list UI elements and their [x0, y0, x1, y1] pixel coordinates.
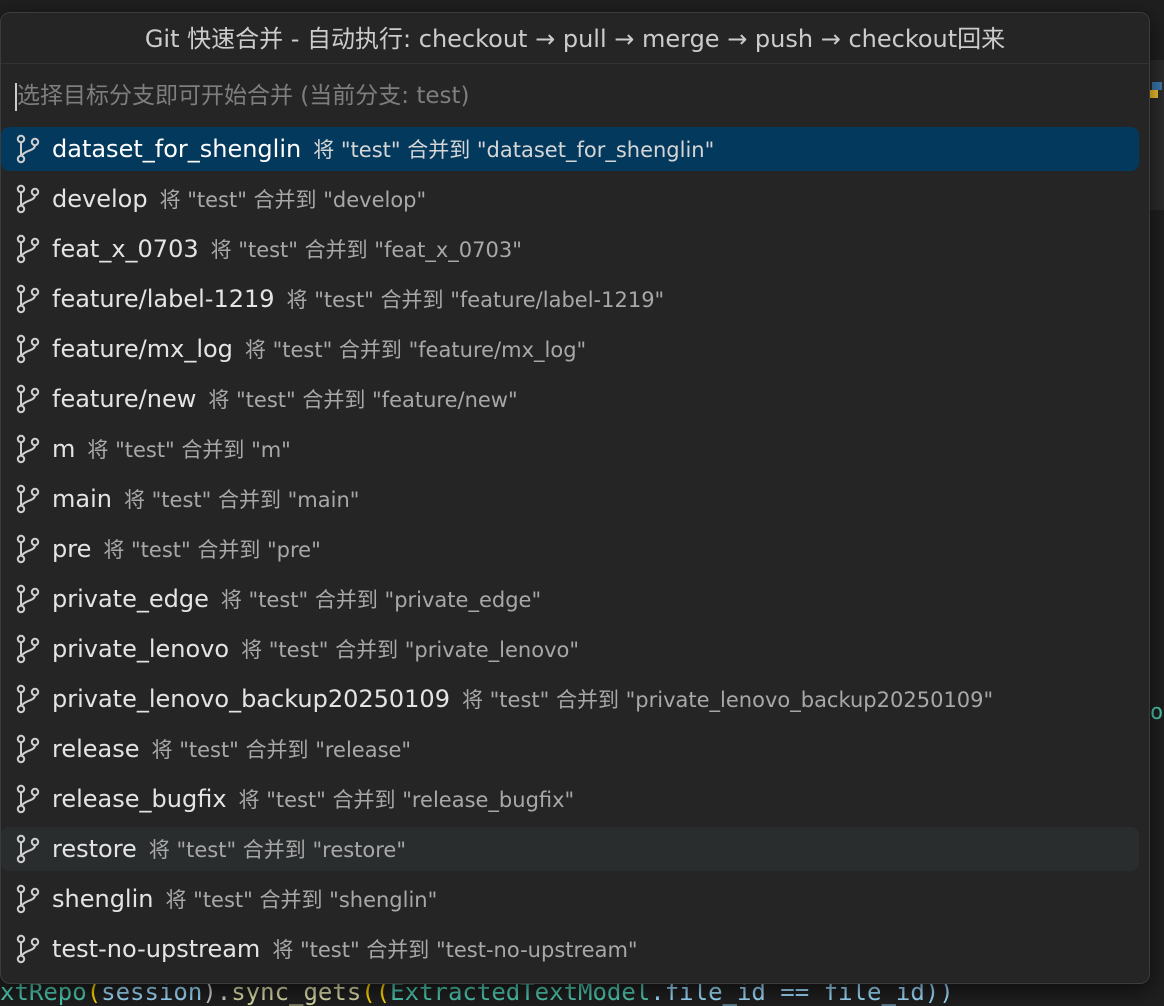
branch-merge-description: 将 "test" 合并到 "feat_x_0703": [210, 238, 522, 262]
branch-list-item[interactable]: main 将 "test" 合并到 "main": [1, 477, 1139, 521]
git-branch-icon-svg: [16, 534, 40, 564]
git-branch-icon-svg: [16, 184, 40, 214]
git-branch-icon: [15, 184, 41, 214]
branch-name: feat_x_0703: [52, 235, 199, 263]
git-branch-icon-svg: [16, 634, 40, 664]
git-branch-icon: [15, 634, 41, 664]
git-branch-icon-svg: [16, 334, 40, 364]
git-branch-icon-svg: [16, 384, 40, 414]
branch-list-item[interactable]: feature/label-1219 将 "test" 合并到 "feature/…: [1, 277, 1139, 321]
git-branch-icon-svg: [16, 934, 40, 964]
git-branch-icon: [15, 784, 41, 814]
branch-name: m: [52, 435, 76, 463]
git-branch-icon: [15, 734, 41, 764]
branch-name: test-no-upstream: [52, 935, 261, 963]
branch-merge-description: 将 "test" 合并到 "feature/label-1219": [286, 288, 665, 312]
text-caret: [15, 83, 17, 111]
branch-list-item[interactable]: feature/mx_log 将 "test" 合并到 "feature/mx_l…: [1, 327, 1139, 371]
branch-name: private_lenovo: [52, 635, 230, 663]
git-branch-icon: [15, 234, 41, 264]
git-branch-icon: [15, 334, 41, 364]
branch-merge-description: 将 "test" 合并到 "main": [123, 488, 360, 512]
git-branch-icon: [15, 884, 41, 914]
branch-merge-description: 将 "test" 合并到 "develop": [159, 188, 427, 212]
branch-list-item[interactable]: dataset_for_shenglin 将 "test" 合并到 "datase…: [1, 127, 1139, 171]
git-branch-icon: [15, 484, 41, 514]
branch-list: dataset_for_shenglin 将 "test" 合并到 "datase…: [1, 127, 1149, 977]
branch-name: restore: [52, 835, 137, 863]
git-branch-icon-svg: [16, 284, 40, 314]
branch-merge-description: 将 "test" 合并到 "m": [87, 438, 291, 462]
branch-name: feature/new: [52, 385, 197, 413]
git-branch-icon-svg: [16, 734, 40, 764]
branch-merge-description: 将 "test" 合并到 "private_edge": [220, 588, 542, 612]
branch-name: develop: [52, 185, 148, 213]
git-branch-icon-svg: [16, 834, 40, 864]
branch-list-item[interactable]: shenglin 将 "test" 合并到 "shenglin": [1, 877, 1139, 921]
branch-merge-description: 将 "test" 合并到 "shenglin": [165, 888, 438, 912]
branch-name: main: [52, 485, 112, 513]
branch-search-input[interactable]: [13, 76, 1137, 116]
branch-name: feature/mx_log: [52, 335, 233, 363]
branch-merge-description: 将 "test" 合并到 "dataset_for_shenglin": [313, 138, 715, 162]
branch-merge-description: 将 "test" 合并到 "release_bugfix": [238, 788, 575, 812]
branch-list-item[interactable]: restore 将 "test" 合并到 "restore": [1, 827, 1139, 871]
branch-list-item[interactable]: m 将 "test" 合并到 "m": [1, 427, 1139, 471]
branch-list-item[interactable]: develop 将 "test" 合并到 "develop": [1, 177, 1139, 221]
git-branch-icon-svg: [16, 134, 40, 164]
git-branch-icon: [15, 434, 41, 464]
branch-list-item[interactable]: private_lenovo 将 "test" 合并到 "private_leno…: [1, 627, 1139, 671]
quick-pick-dialog: Git 快速合并 - 自动执行: checkout → pull → merge…: [0, 12, 1150, 984]
branch-list-item[interactable]: release_bugfix 将 "test" 合并到 "release_bugf…: [1, 777, 1139, 821]
git-branch-icon-svg: [16, 884, 40, 914]
branch-name: release_bugfix: [52, 785, 227, 813]
git-branch-icon-svg: [16, 684, 40, 714]
branch-name: feature/label-1219: [52, 285, 275, 313]
branch-merge-description: 将 "test" 合并到 "restore": [148, 838, 407, 862]
git-branch-icon: [15, 534, 41, 564]
branch-list-item[interactable]: private_lenovo_backup20250109 将 "test" 合并…: [1, 677, 1139, 721]
branch-list-item[interactable]: pre 将 "test" 合并到 "pre": [1, 527, 1139, 571]
branch-list-item[interactable]: release 将 "test" 合并到 "release": [1, 727, 1139, 771]
branch-name: private_edge: [52, 585, 209, 613]
branch-merge-description: 将 "test" 合并到 "private_lenovo": [241, 638, 580, 662]
branch-merge-description: 将 "test" 合并到 "test-no-upstream": [272, 938, 638, 962]
git-branch-icon: [15, 284, 41, 314]
branch-merge-description: 将 "test" 合并到 "feature/mx_log": [244, 338, 587, 362]
quick-pick-input-wrapper: [1, 63, 1149, 120]
branch-name: release: [52, 735, 140, 763]
git-branch-icon: [15, 934, 41, 964]
branch-name: dataset_for_shenglin: [52, 135, 302, 163]
branch-merge-description: 将 "test" 合并到 "pre": [103, 538, 321, 562]
git-branch-icon-svg: [16, 784, 40, 814]
branch-name: shenglin: [52, 885, 154, 913]
branch-list-item[interactable]: feature/new 将 "test" 合并到 "feature/new": [1, 377, 1139, 421]
branch-list-item[interactable]: feat_x_0703 将 "test" 合并到 "feat_x_0703": [1, 227, 1139, 271]
branch-merge-description: 将 "test" 合并到 "feature/new": [208, 388, 518, 412]
branch-merge-description: 将 "test" 合并到 "private_lenovo_backup20250…: [461, 688, 994, 712]
git-branch-icon-svg: [16, 234, 40, 264]
git-branch-icon: [15, 834, 41, 864]
branch-list-item[interactable]: test-no-upstream 将 "test" 合并到 "test-no-up…: [1, 927, 1139, 971]
branch-merge-description: 将 "test" 合并到 "release": [151, 738, 412, 762]
git-branch-icon: [15, 134, 41, 164]
branch-name: private_lenovo_backup20250109: [52, 685, 450, 713]
git-branch-icon-svg: [16, 484, 40, 514]
git-branch-icon-svg: [16, 584, 40, 614]
git-branch-icon: [15, 684, 41, 714]
git-branch-icon: [15, 584, 41, 614]
editor-code-fragment: op: [1150, 700, 1164, 725]
branch-list-item[interactable]: private_edge 将 "test" 合并到 "private_edge": [1, 577, 1139, 621]
quick-pick-title: Git 快速合并 - 自动执行: checkout → pull → merge…: [1, 13, 1149, 63]
git-branch-icon-svg: [16, 434, 40, 464]
branch-name: pre: [52, 535, 92, 563]
git-branch-icon: [15, 384, 41, 414]
